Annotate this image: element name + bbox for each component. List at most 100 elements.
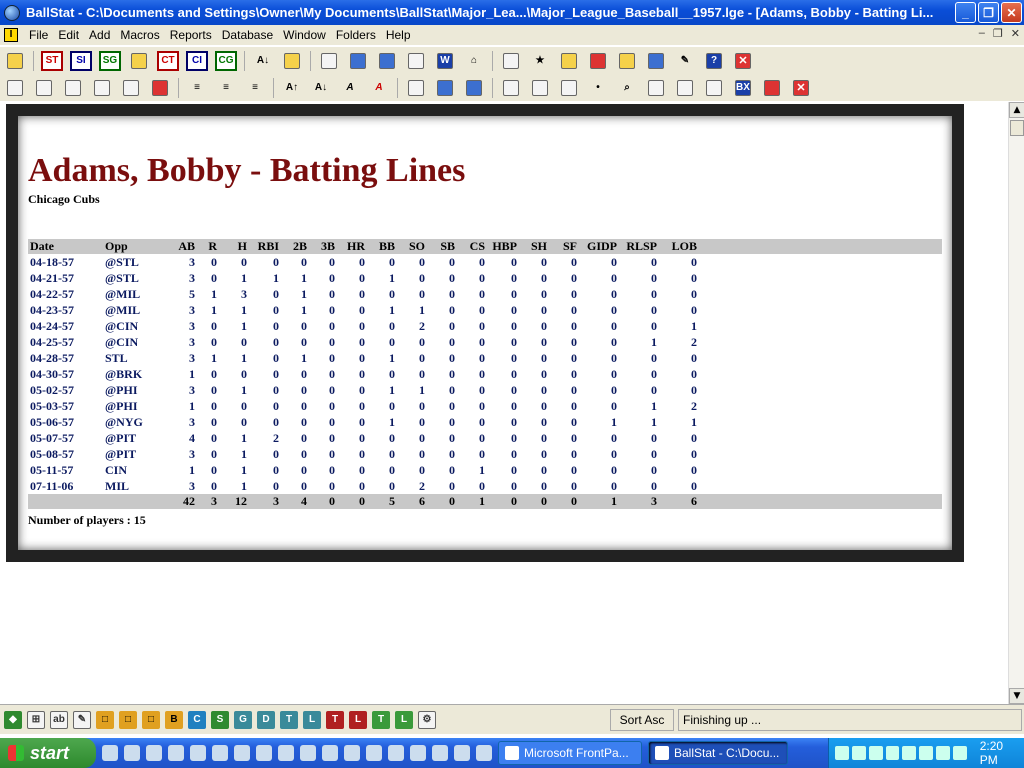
question-balloon-icon[interactable]: [463, 78, 485, 98]
align-left-icon[interactable]: ≡: [186, 78, 208, 98]
tray-icon[interactable]: [936, 746, 950, 760]
menu-help[interactable]: Help: [381, 28, 416, 42]
quicklaunch-icon[interactable]: [454, 745, 470, 761]
tree-icon[interactable]: ⊞: [27, 710, 45, 729]
restore-button[interactable]: ❐: [978, 2, 999, 23]
mdi-restore-button[interactable]: ❐: [993, 27, 1003, 40]
tray-icon[interactable]: [851, 746, 866, 760]
task-ballstat[interactable]: BallStat - C:\Docu...: [648, 741, 788, 765]
diamond-icon[interactable]: ◆: [4, 710, 22, 729]
quicklaunch-icon[interactable]: [168, 745, 184, 761]
query-icon[interactable]: [376, 51, 398, 71]
quicklaunch-icon[interactable]: [476, 745, 492, 761]
exit-icon[interactable]: ✕: [732, 51, 754, 71]
checklist-icon[interactable]: [405, 51, 427, 71]
quicklaunch-icon[interactable]: [256, 745, 272, 761]
start-button[interactable]: start: [0, 738, 96, 768]
print-icon[interactable]: [4, 78, 26, 98]
mdi-close-button[interactable]: ✕: [1011, 27, 1020, 40]
d-button[interactable]: D: [257, 710, 275, 729]
books-icon[interactable]: [587, 51, 609, 71]
scroll-down-icon[interactable]: ▼: [1009, 688, 1024, 704]
menu-database[interactable]: Database: [217, 28, 278, 42]
table-icon[interactable]: [645, 51, 667, 71]
report-icon[interactable]: [91, 78, 113, 98]
quicklaunch-icon[interactable]: [388, 745, 404, 761]
quicklaunch-icon[interactable]: [102, 745, 118, 761]
quicklaunch-icon[interactable]: [124, 745, 140, 761]
dot-icon[interactable]: •: [587, 78, 609, 98]
copy-icon[interactable]: [33, 78, 55, 98]
help-icon[interactable]: ?: [703, 51, 725, 71]
notebook-icon[interactable]: □: [119, 710, 137, 729]
menu-macros[interactable]: Macros: [115, 28, 164, 42]
vertical-scrollbar[interactable]: ▲ ▼: [1008, 102, 1024, 704]
document-list-icon[interactable]: [645, 78, 667, 98]
ruler-icon[interactable]: [281, 51, 303, 71]
calendar-icon[interactable]: [347, 51, 369, 71]
page-setup-icon[interactable]: [529, 78, 551, 98]
abbp-icon[interactable]: ab: [50, 710, 68, 729]
font-smaller-icon[interactable]: A↓: [310, 78, 332, 98]
bx-icon[interactable]: BX: [732, 78, 754, 98]
info-icon[interactable]: [434, 78, 456, 98]
save-icon[interactable]: [120, 78, 142, 98]
g-button[interactable]: G: [234, 710, 252, 729]
quicklaunch-icon[interactable]: [322, 745, 338, 761]
quicklaunch-icon[interactable]: [190, 745, 206, 761]
font-italic-icon[interactable]: A: [339, 78, 361, 98]
minimize-button[interactable]: _: [955, 2, 976, 23]
menu-add[interactable]: Add: [84, 28, 115, 42]
l-red-button[interactable]: L: [349, 710, 367, 729]
ds-icon[interactable]: [674, 78, 696, 98]
word-icon[interactable]: W: [434, 51, 456, 71]
document-icon[interactable]: I: [4, 28, 18, 42]
scroll-thumb[interactable]: [1010, 120, 1024, 136]
menu-reports[interactable]: Reports: [165, 28, 217, 42]
folder-icon[interactable]: [128, 51, 150, 71]
sort-icon[interactable]: A↓: [252, 51, 274, 71]
l-button[interactable]: L: [303, 710, 321, 729]
magnifier-icon[interactable]: ⌕: [616, 78, 638, 98]
menu-edit[interactable]: Edit: [53, 28, 84, 42]
tray-icon[interactable]: [868, 746, 883, 760]
scroll-up-icon[interactable]: ▲: [1009, 102, 1024, 118]
clock[interactable]: 2:20 PM: [980, 739, 1024, 767]
export-icon[interactable]: [703, 78, 725, 98]
tray-icon[interactable]: [885, 746, 900, 760]
quicklaunch-icon[interactable]: [432, 745, 448, 761]
b-button[interactable]: B: [165, 710, 183, 729]
quicklaunch-icon[interactable]: [234, 745, 250, 761]
align-center-icon[interactable]: ≡: [215, 78, 237, 98]
quicklaunch-icon[interactable]: [300, 745, 316, 761]
edit-icon[interactable]: ✎: [73, 710, 91, 729]
tray-icon[interactable]: [952, 746, 967, 760]
l-green-button[interactable]: L: [395, 710, 413, 729]
s-button[interactable]: S: [211, 710, 229, 729]
quicklaunch-icon[interactable]: [366, 745, 382, 761]
save-red-icon[interactable]: [149, 78, 171, 98]
t-red-button[interactable]: T: [326, 710, 344, 729]
home-icon[interactable]: ⌂: [463, 51, 485, 71]
ci-button[interactable]: CI: [186, 50, 208, 71]
font-color-icon[interactable]: A: [368, 78, 390, 98]
star-icon[interactable]: ★: [529, 51, 551, 71]
t-green-button[interactable]: T: [372, 710, 390, 729]
font-larger-icon[interactable]: A↑: [281, 78, 303, 98]
quicklaunch-icon[interactable]: [410, 745, 426, 761]
folder-open-icon[interactable]: □: [142, 710, 160, 729]
document-page-icon[interactable]: [62, 78, 84, 98]
c-button[interactable]: C: [188, 710, 206, 729]
print-setup-icon[interactable]: [4, 51, 26, 71]
quicklaunch-icon[interactable]: [212, 745, 228, 761]
cg-button[interactable]: CG: [215, 50, 237, 71]
tray-icon[interactable]: [835, 746, 849, 760]
menu-file[interactable]: File: [24, 28, 53, 42]
image-icon[interactable]: [500, 78, 522, 98]
pencil-icon[interactable]: ✎: [674, 51, 696, 71]
menu-folders[interactable]: Folders: [331, 28, 381, 42]
open-folder-icon[interactable]: [616, 51, 638, 71]
clipboard-icon[interactable]: □: [96, 710, 114, 729]
ct-button[interactable]: CT: [157, 50, 179, 71]
function-icon[interactable]: [558, 51, 580, 71]
